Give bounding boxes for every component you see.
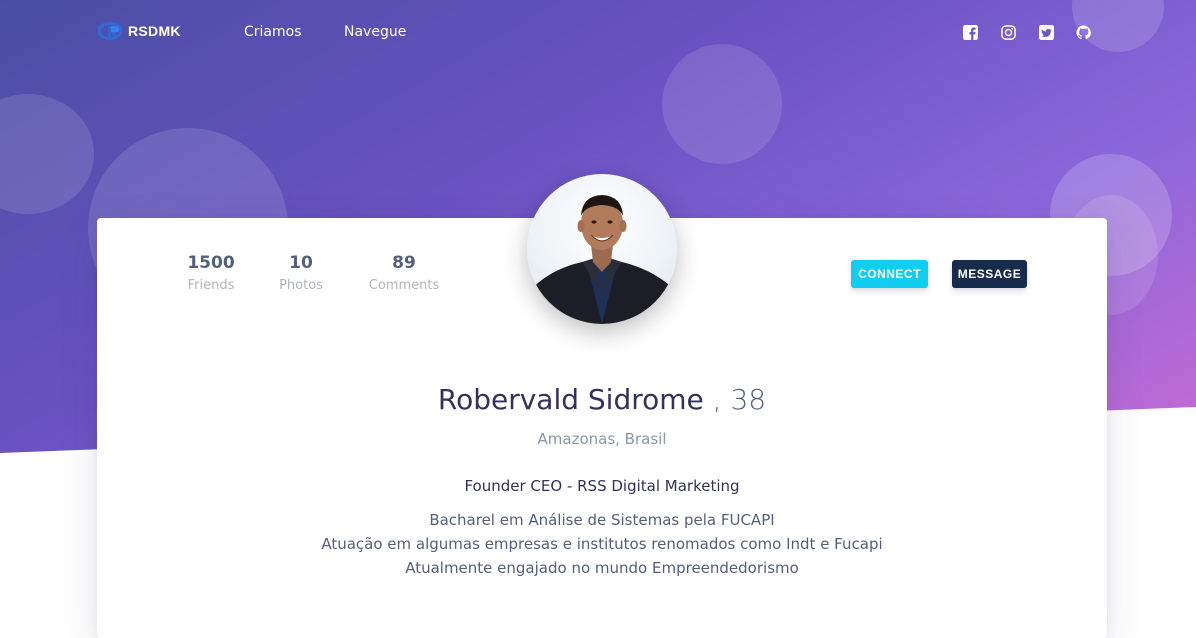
stat-label: Friends xyxy=(187,278,235,293)
bio-line: Bacharel em Análise de Sistemas pela FUC… xyxy=(429,511,775,529)
stat-value: 89 xyxy=(392,253,416,273)
profile-name-heading: Robervald Sidrome , 38 xyxy=(97,382,1107,418)
facebook-icon[interactable] xyxy=(963,25,978,40)
r-logo-icon xyxy=(98,22,123,40)
connect-button[interactable]: CONNECT xyxy=(851,260,928,288)
instagram-icon[interactable] xyxy=(1001,25,1016,40)
stat-label: Photos xyxy=(279,278,323,293)
nav-link-criamos[interactable]: Criamos xyxy=(244,24,302,40)
profile-name: Robervald Sidrome xyxy=(437,383,704,416)
brand-name: RSDMK xyxy=(128,23,181,39)
stat-photos: 10 Photos xyxy=(273,252,329,293)
stat-label: Comments xyxy=(368,278,440,293)
bio-line: Atuação em algumas empresas e institutos… xyxy=(321,535,883,553)
stat-friends: 1500 Friends xyxy=(179,252,243,293)
twitter-icon[interactable] xyxy=(1039,25,1054,40)
brand-link[interactable]: RSDMK xyxy=(98,21,181,41)
profile-role: Founder CEO - RSS Digital Marketing xyxy=(464,477,740,495)
decorative-circle xyxy=(0,94,94,214)
stat-value: 10 xyxy=(289,253,313,273)
profile-avatar[interactable] xyxy=(527,174,677,324)
avatar-photo xyxy=(527,195,677,324)
nav-link-navegue[interactable]: Navegue xyxy=(344,24,406,40)
top-navbar: RSDMK Criamos Navegue xyxy=(0,0,1196,66)
message-button[interactable]: MESSAGE xyxy=(952,260,1027,288)
profile-age: , 38 xyxy=(712,383,767,416)
github-icon[interactable] xyxy=(1076,25,1091,40)
bio-line: Atualmente engajado no mundo Empreendedo… xyxy=(405,559,799,577)
stat-comments: 89 Comments xyxy=(363,252,445,293)
profile-bio: Bacharel em Análise de Sistemas pela FUC… xyxy=(97,508,1107,580)
profile-location: Amazonas, Brasil xyxy=(537,430,667,448)
stat-value: 1500 xyxy=(187,253,235,273)
